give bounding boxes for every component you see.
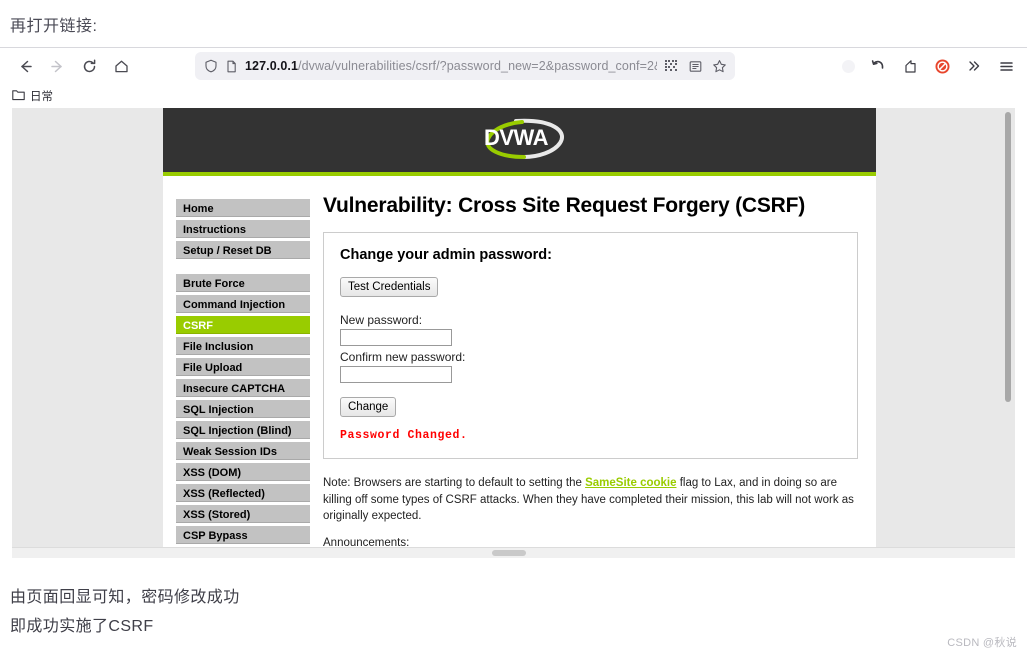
reload-icon[interactable] [74,51,104,81]
change-password-panel: Change your admin password: Test Credent… [323,232,858,459]
sidebar-item-home[interactable]: Home [175,198,311,218]
status-message: Password Changed. [340,429,468,442]
browser-toolbar: 127.0.0.1/dvwa/vulnerabilities/csrf/?pas… [0,48,1027,84]
url-host: 127.0.0.1 [245,59,299,73]
sidebar-item-file-upload[interactable]: File Upload [175,357,311,377]
bookmark-label: 日常 [30,91,53,103]
sidebar-item-command-injection[interactable]: Command Injection [175,294,311,314]
horizontal-scrollbar[interactable] [12,547,1015,558]
reader-view-icon[interactable] [685,56,705,76]
back-arrow-icon[interactable] [10,51,40,81]
watermark-csdn: CSDN @秋说 [947,637,1017,649]
page-info-icon [221,56,241,76]
test-credentials-button[interactable]: Test Credentials [340,277,439,297]
change-button-wrap: Change [340,397,841,417]
toolbar-right-actions [842,52,1019,80]
samesite-note: Note: Browsers are starting to default t… [323,475,858,525]
undo-arrow-icon[interactable] [865,53,891,79]
shield-icon [201,56,221,76]
dvwa-body: Home Instructions Setup / Reset DB Brute… [163,176,876,548]
dvwa-header: DVWA [163,108,876,176]
new-password-input[interactable] [340,329,452,346]
bookmarks-bar: 日常 [0,84,1027,108]
menu-group-vulnerabilities: Brute Force Command Injection CSRF File … [175,273,311,548]
vertical-scrollbar[interactable] [1005,112,1011,402]
page-canvas: DVWA Home Instructions Setup / Reset DB [12,108,1015,548]
samesite-cookie-link[interactable]: SameSite cookie [585,477,676,489]
dvwa-logo: DVWA [464,117,576,163]
navigation-buttons [10,51,136,81]
folder-icon [12,89,25,104]
dvwa-content: Vulnerability: Cross Site Request Forger… [311,176,876,548]
menu-group-main: Home Instructions Setup / Reset DB [175,198,311,260]
browser-window: 127.0.0.1/dvwa/vulnerabilities/csrf/?pas… [0,47,1027,558]
sidebar-item-setup-reset-db[interactable]: Setup / Reset DB [175,240,311,260]
change-button[interactable]: Change [340,397,397,417]
screenshot-root: 再打开链接: 127.0.0.1/dvwa/vulnerabilities/cs… [0,0,1027,657]
sidebar-item-instructions[interactable]: Instructions [175,219,311,239]
caption-bottom-line1: 由页面回显可知，密码修改成功 [10,589,240,606]
url-path: /dvwa/vulnerabilities/csrf/?password_new… [298,59,657,73]
sidebar-item-file-inclusion[interactable]: File Inclusion [175,336,311,356]
address-bar-actions [661,56,729,76]
dvwa-page: DVWA Home Instructions Setup / Reset DB [163,108,876,548]
forward-arrow-icon[interactable] [42,51,72,81]
confirm-password-input[interactable] [340,366,452,383]
sidebar-item-xss-reflected[interactable]: XSS (Reflected) [175,483,311,503]
sidebar-item-brute-force[interactable]: Brute Force [175,273,311,293]
home-icon[interactable] [106,51,136,81]
sidebar-item-xss-dom[interactable]: XSS (DOM) [175,462,311,482]
page-viewport: DVWA Home Instructions Setup / Reset DB [0,108,1027,558]
sidebar-item-sql-injection-blind[interactable]: SQL Injection (Blind) [175,420,311,440]
save-to-pocket-icon[interactable] [897,53,923,79]
blocked-content-icon[interactable] [929,53,955,79]
new-password-label: New password: [340,313,423,327]
address-bar[interactable]: 127.0.0.1/dvwa/vulnerabilities/csrf/?pas… [195,52,735,80]
dvwa-sidebar: Home Instructions Setup / Reset DB Brute… [163,176,311,548]
note-prefix: Note: Browsers are starting to default t… [323,477,586,489]
confirm-password-label: Confirm new password: [340,350,466,364]
qr-code-icon[interactable] [661,56,681,76]
svg-text:DVWA: DVWA [484,125,549,150]
sidebar-item-csp-bypass[interactable]: CSP Bypass [175,525,311,545]
overflow-chevron-icon[interactable] [961,53,987,79]
sidebar-item-weak-session-ids[interactable]: Weak Session IDs [175,441,311,461]
account-avatar[interactable] [842,59,855,73]
caption-bottom-line2: 即成功实施了CSRF [10,618,154,635]
url-text: 127.0.0.1/dvwa/vulnerabilities/csrf/?pas… [245,59,657,73]
page-title: Vulnerability: Cross Site Request Forger… [323,194,806,217]
sidebar-item-csrf[interactable]: CSRF [175,315,311,335]
horizontal-scrollbar-thumb[interactable] [492,550,526,556]
sidebar-item-xss-stored[interactable]: XSS (Stored) [175,504,311,524]
bookmark-star-icon[interactable] [709,56,729,76]
bookmark-folder[interactable]: 日常 [12,88,53,104]
sidebar-item-insecure-captcha[interactable]: Insecure CAPTCHA [175,378,311,398]
caption-top: 再打开链接: [10,18,98,35]
panel-heading: Change your admin password: [340,247,552,263]
sidebar-item-sql-injection[interactable]: SQL Injection [175,399,311,419]
hamburger-menu-icon[interactable] [993,53,1019,79]
